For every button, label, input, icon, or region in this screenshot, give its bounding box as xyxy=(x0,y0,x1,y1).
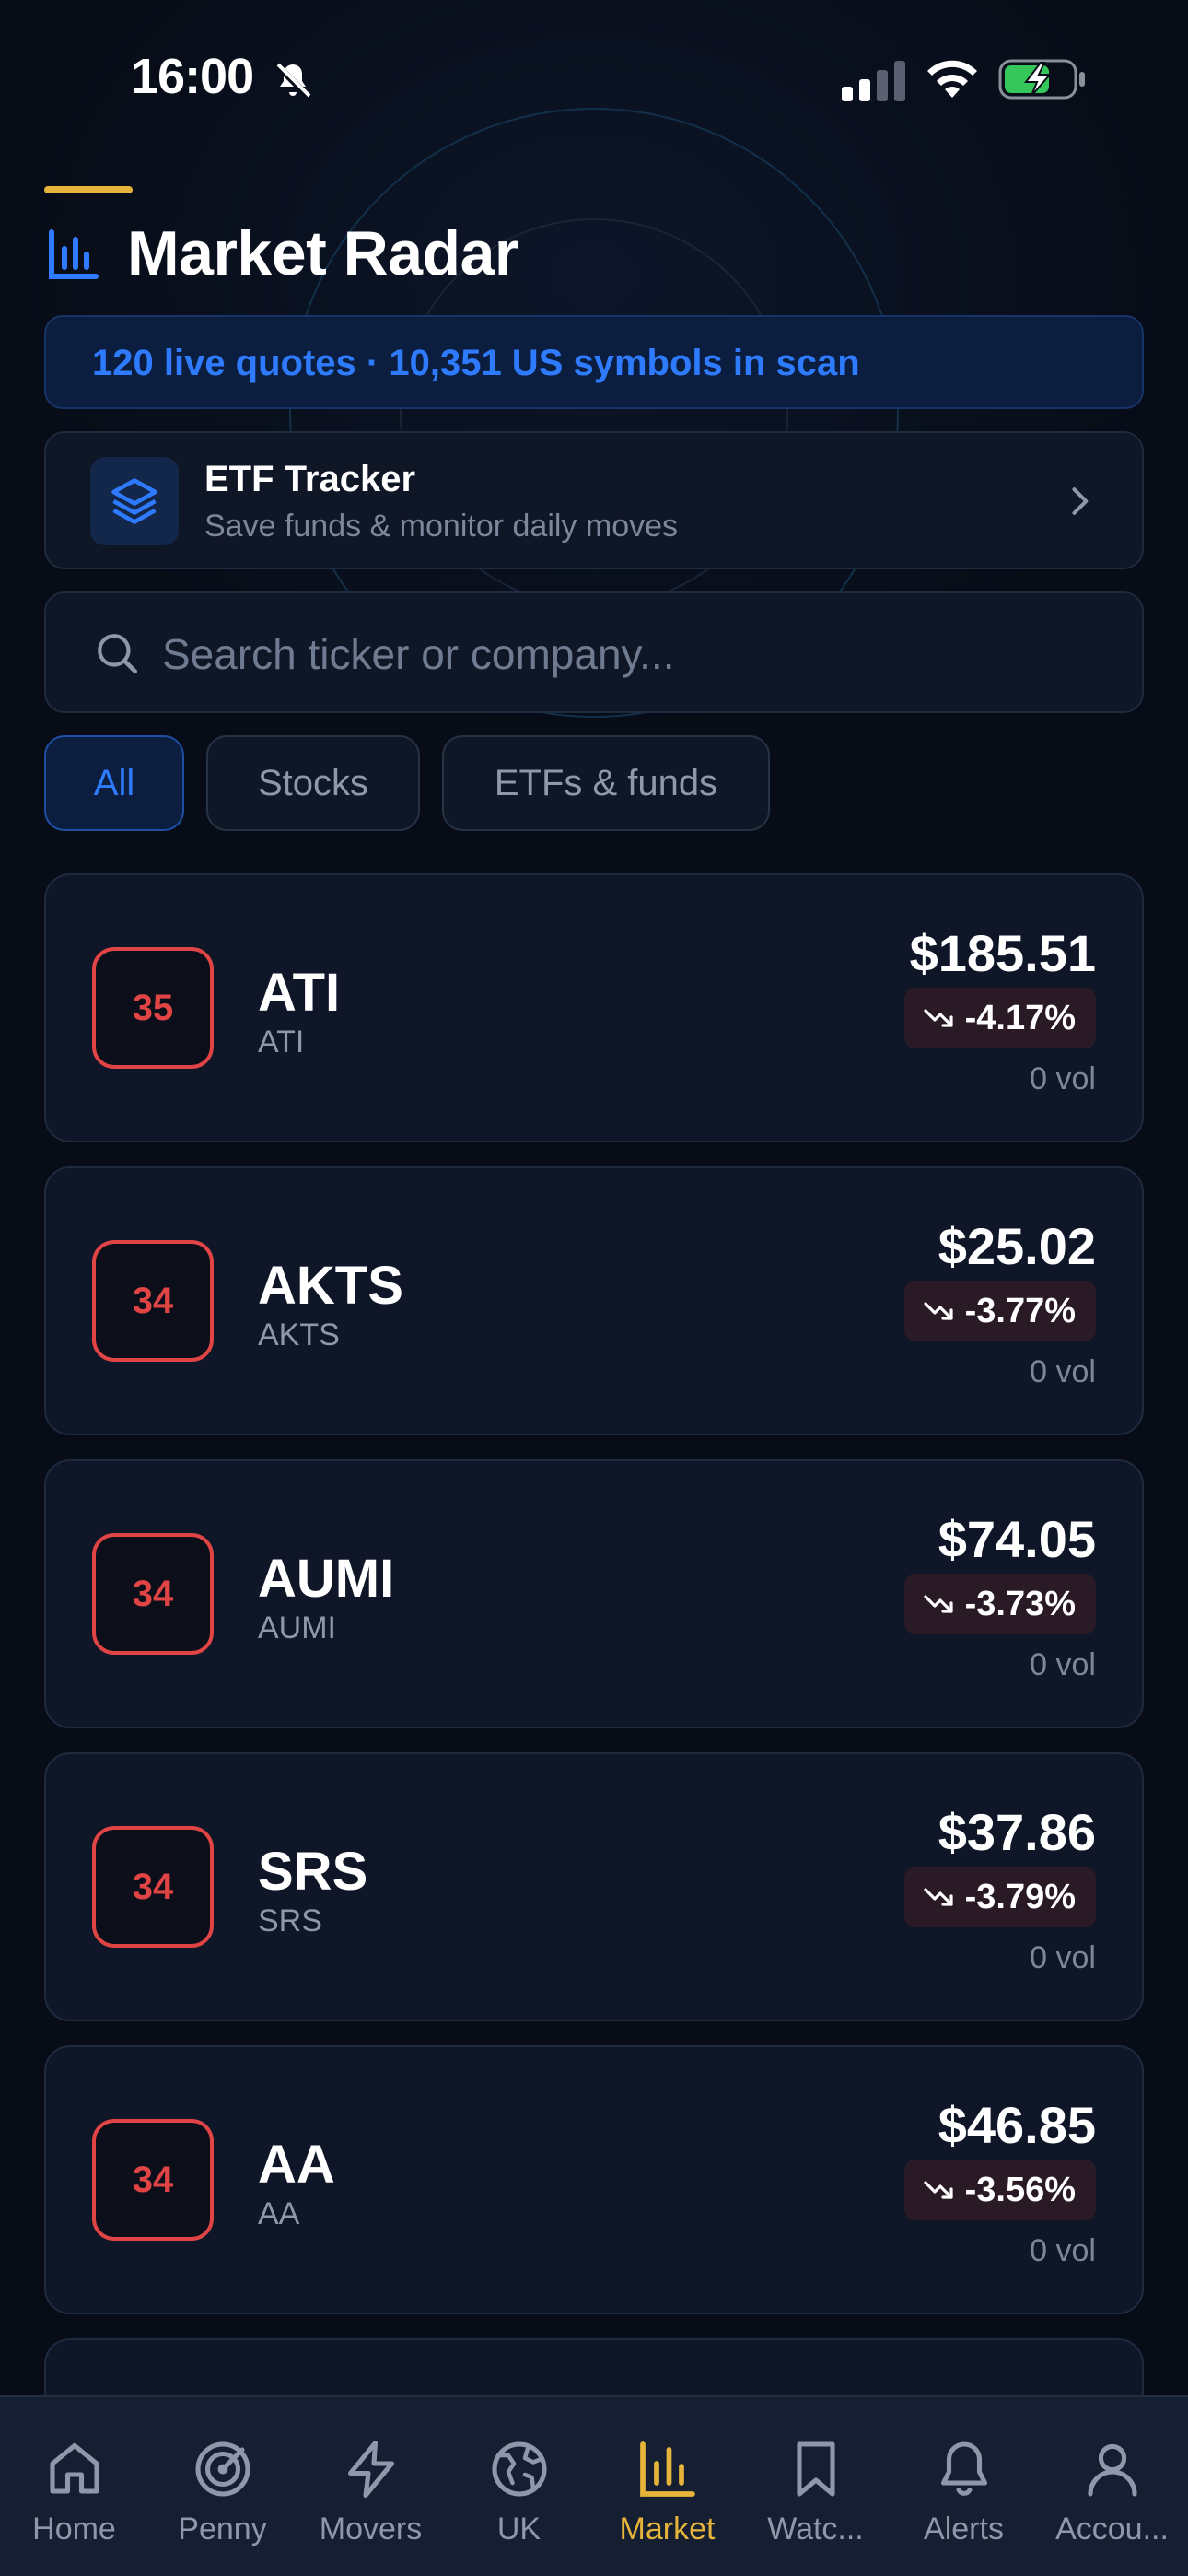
trending-down-icon xyxy=(923,1302,953,1320)
tab-home[interactable]: Home xyxy=(0,2397,148,2576)
tab-alerts[interactable]: Alerts xyxy=(890,2397,1038,2576)
volume-text: 0 vol xyxy=(1030,1647,1096,1682)
status-time: 16:00 xyxy=(131,49,254,104)
trending-down-icon xyxy=(923,1009,953,1027)
tab-watchlist[interactable]: Watc... xyxy=(741,2397,890,2576)
etf-icon-container xyxy=(90,457,179,545)
user-icon xyxy=(1087,2443,1137,2497)
layers-icon xyxy=(111,478,157,524)
volume-text: 0 vol xyxy=(1030,2233,1096,2268)
bell-off-icon xyxy=(274,62,312,100)
bolt-icon xyxy=(347,2440,394,2499)
change-percent: -3.56% xyxy=(964,2171,1076,2209)
search-box[interactable] xyxy=(44,591,1144,713)
stock-price: $37.86 xyxy=(938,1803,1096,1861)
change-percent: -3.79% xyxy=(964,1878,1076,1916)
filter-chip-etfs-funds[interactable]: ETFs & funds xyxy=(442,735,770,831)
search-icon xyxy=(98,634,138,674)
tab-label: Watc... xyxy=(767,2512,864,2547)
change-badge: -4.17% xyxy=(903,988,1096,1048)
change-badge: -3.73% xyxy=(903,1574,1096,1634)
score-badge: 34 xyxy=(92,1240,214,1362)
change-badge: -3.77% xyxy=(903,1281,1096,1341)
etf-tracker-card[interactable]: ETF Tracker Save funds & monitor daily m… xyxy=(44,431,1144,569)
ticker-symbol: AUMI xyxy=(258,1549,395,1609)
bar-chart-icon xyxy=(639,2441,695,2497)
bookmark-icon xyxy=(796,2441,835,2497)
chevron-right-icon xyxy=(1072,487,1089,515)
volume-text: 0 vol xyxy=(1030,1061,1096,1096)
globe-icon xyxy=(491,2441,547,2497)
company-name: AUMI xyxy=(258,1610,336,1645)
stock-price: $74.05 xyxy=(938,1510,1096,1568)
live-quotes-banner: 120 live quotes · 10,351 US symbols in s… xyxy=(44,315,1144,409)
tab-label: Penny xyxy=(178,2512,267,2547)
live-quotes-text: 120 live quotes · 10,351 US symbols in s… xyxy=(92,343,860,383)
tab-label: Home xyxy=(32,2512,116,2547)
company-name: AKTS xyxy=(258,1317,340,1352)
bottom-tab-bar: Home Penny Movers UK Market Watc... Aler… xyxy=(0,2395,1188,2576)
search-input[interactable] xyxy=(162,615,1083,693)
trending-down-icon xyxy=(923,1888,953,1906)
volume-text: 0 vol xyxy=(1030,1354,1096,1389)
stock-card[interactable]: 34 AUMI AUMI $74.05 -3.73% 0 vol xyxy=(44,1459,1144,1728)
score-badge: 34 xyxy=(92,1826,214,1948)
battery-charging-icon xyxy=(998,59,1085,100)
ticker-symbol: SRS xyxy=(258,1842,368,1902)
wifi-icon xyxy=(927,60,977,98)
company-name: ATI xyxy=(258,1025,305,1060)
cellular-signal-icon xyxy=(842,61,905,101)
tab-label: UK xyxy=(496,2512,542,2547)
filter-chip-stocks[interactable]: Stocks xyxy=(206,735,420,831)
filter-chip-all[interactable]: All xyxy=(44,735,184,831)
etf-tracker-title: ETF Tracker xyxy=(204,459,416,499)
stock-price: $46.85 xyxy=(938,2096,1096,2154)
change-percent: -4.17% xyxy=(964,999,1076,1037)
change-badge: -3.56% xyxy=(903,2160,1096,2220)
score-badge: 35 xyxy=(92,947,214,1069)
stock-card[interactable]: 34 SRS SRS $37.86 -3.79% 0 vol xyxy=(44,1752,1144,2021)
stock-card[interactable]: 35 ATI ATI $185.51 -4.17% 0 vol xyxy=(44,873,1144,1142)
market-radar-screen: 16:00 Market Radar 120 live quotes · 10,… xyxy=(0,0,1188,2576)
tab-movers[interactable]: Movers xyxy=(297,2397,445,2576)
stock-price: $185.51 xyxy=(909,924,1096,982)
tab-account[interactable]: Accou... xyxy=(1038,2397,1186,2576)
ticker-symbol: AA xyxy=(258,2135,335,2195)
ticker-symbol: AKTS xyxy=(258,1256,403,1316)
company-name: AA xyxy=(258,2196,300,2231)
trending-down-icon xyxy=(923,1595,953,1613)
radar-icon xyxy=(194,2441,250,2497)
stock-card[interactable]: 34 AA AA $46.85 -3.56% 0 vol xyxy=(44,2045,1144,2314)
score-badge: 34 xyxy=(92,2119,214,2241)
page-title: Market Radar xyxy=(127,218,518,288)
tab-market[interactable]: Market xyxy=(593,2397,741,2576)
stock-card[interactable]: 34 AKTS AKTS $25.02 -3.77% 0 vol xyxy=(44,1166,1144,1435)
company-name: SRS xyxy=(258,1903,322,1938)
change-percent: -3.77% xyxy=(964,1292,1076,1330)
etf-tracker-subtitle: Save funds & monitor daily moves xyxy=(204,509,679,544)
tab-label: Accou... xyxy=(1055,2512,1169,2547)
volume-text: 0 vol xyxy=(1030,1940,1096,1975)
change-percent: -3.73% xyxy=(964,1585,1076,1623)
status-bar: 16:00 xyxy=(0,0,1188,162)
change-badge: -3.79% xyxy=(903,1867,1096,1927)
tab-penny[interactable]: Penny xyxy=(148,2397,297,2576)
tab-label: Movers xyxy=(319,2512,423,2547)
bell-icon xyxy=(940,2441,987,2496)
home-icon xyxy=(49,2442,99,2494)
bar-chart-icon xyxy=(49,229,99,279)
tab-label: Alerts xyxy=(924,2512,1004,2547)
tab-uk[interactable]: UK xyxy=(445,2397,593,2576)
score-badge: 34 xyxy=(92,1533,214,1655)
header-accent-line xyxy=(44,186,133,193)
trending-down-icon xyxy=(923,2181,953,2199)
ticker-symbol: ATI xyxy=(258,963,341,1023)
stock-price: $25.02 xyxy=(938,1217,1096,1275)
tab-label: Market xyxy=(619,2512,716,2547)
